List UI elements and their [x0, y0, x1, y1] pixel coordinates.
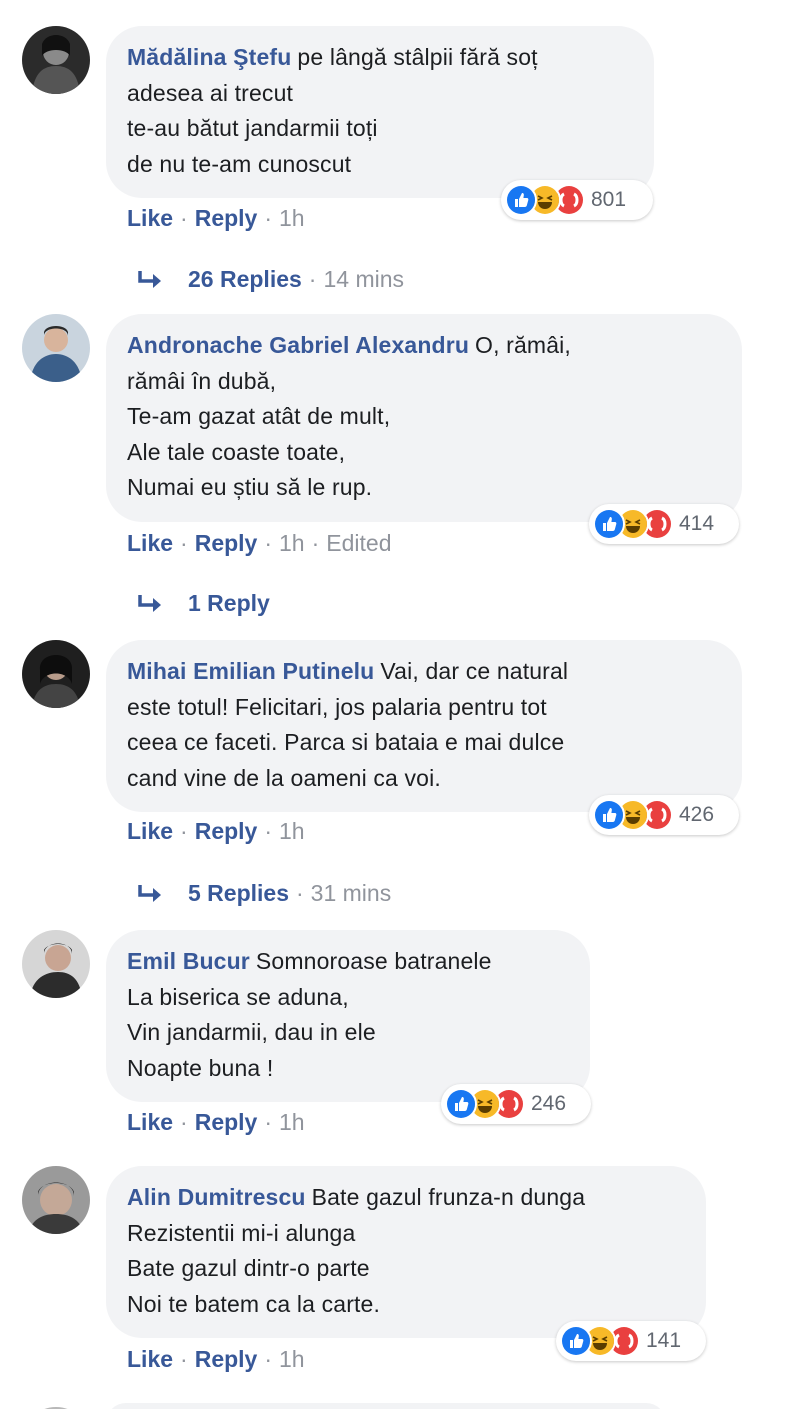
like-link[interactable]: Like — [127, 1346, 173, 1372]
like-icon — [445, 1088, 477, 1120]
replies-count-link[interactable]: 5 Replies — [188, 880, 289, 907]
reactions-summary[interactable]: 141 — [556, 1321, 706, 1361]
comment-text-line: Numai eu știu să le rup. — [127, 474, 373, 500]
comment-timestamp[interactable]: 1h — [279, 530, 305, 556]
comment-text-line: La biserica se aduna, — [127, 983, 349, 1010]
avatar[interactable] — [22, 930, 90, 998]
comment-actions: Like · Reply · 1h — [127, 1346, 305, 1372]
edited-label[interactable]: Edited — [326, 530, 391, 556]
comment-text-line: Bate gazul frunza-n dunga — [311, 1184, 586, 1210]
reply-link[interactable]: Reply — [195, 818, 258, 844]
reaction-count: 414 — [679, 512, 715, 535]
like-link[interactable]: Like — [127, 1109, 173, 1135]
comment-text-line: te-au bătut jandarmii toți — [127, 115, 378, 141]
like-icon — [593, 799, 625, 831]
reply-arrow-icon — [138, 270, 161, 288]
comment-timestamp[interactable]: 1h — [279, 818, 305, 844]
comment-author[interactable]: Alin Dumitrescu — [127, 1184, 306, 1210]
replies-time: 31 mins — [310, 880, 392, 906]
comment-text-line: este totul! Felicitari, jos palaria pent… — [127, 693, 547, 720]
reaction-count: 246 — [531, 1092, 567, 1115]
comment-text-line: Noapte buna ! — [127, 1054, 274, 1081]
comment-text-line: de nu te-am cunoscut — [127, 150, 352, 177]
like-icon — [593, 508, 625, 540]
comment-text-line: Bate gazul dintr-o parte — [127, 1255, 370, 1281]
avatar[interactable] — [22, 314, 90, 382]
reply-arrow-icon — [138, 594, 161, 612]
comment-author[interactable]: Mădălina Ştefu — [127, 44, 291, 70]
comment-text-line: Noi te batem ca la carte. — [127, 1290, 381, 1317]
comment-timestamp[interactable]: 1h — [279, 1346, 305, 1372]
reaction-count: 141 — [646, 1329, 682, 1352]
comment-actions: Like · Reply · 1h · Edited — [127, 530, 392, 556]
reaction-count: 426 — [679, 803, 715, 826]
reactions-summary[interactable]: 801 — [501, 180, 653, 220]
like-link[interactable]: Like — [127, 530, 173, 556]
comment-bubble: Mihai Emilian Putinelu Vai, dar ce natura… — [106, 640, 742, 812]
comment-bubble: Andronache Gabriel Alexandru O, rămâi, ră… — [106, 314, 742, 522]
comment-text-line: Ale tale coaste toate, — [127, 438, 346, 465]
comment-author[interactable]: Emil Bucur — [127, 948, 250, 974]
like-icon — [560, 1325, 592, 1357]
like-icon — [505, 184, 537, 216]
comment-actions: Like · Reply · 1h — [127, 818, 305, 844]
reaction-count: 801 — [591, 188, 627, 211]
replies-count-link[interactable]: 1 Reply — [188, 590, 270, 617]
comment-text-line: Vai, dar ce natural — [380, 658, 569, 684]
comment-actions: Like · Reply · 1h — [127, 1109, 305, 1135]
reactions-summary[interactable]: 414 — [589, 504, 739, 544]
comment-bubble: Mădălina Ştefu pe lângă stâlpii fără soț … — [106, 26, 654, 198]
reactions-summary[interactable]: 426 — [589, 795, 739, 835]
comment-text-line: cand vine de la oameni ca voi. — [127, 764, 441, 791]
comment-text-line: pe lângă stâlpii fără soț — [297, 44, 538, 70]
replies-count-link[interactable]: 26 Replies — [188, 266, 302, 293]
comment-bubble: Alin Dumitrescu Bate gazul frunza-n dunga… — [106, 1166, 706, 1338]
like-link[interactable]: Like — [127, 818, 173, 844]
comment-author[interactable]: Mihai Emilian Putinelu — [127, 658, 374, 684]
comment-author[interactable]: Andronache Gabriel Alexandru — [127, 332, 469, 358]
comment-text-line: Vin jandarmii, dau in ele — [127, 1019, 376, 1045]
comment-bubble: Emil Bucur Somnoroase batranele La biseri… — [106, 930, 590, 1102]
next-comment-edge — [0, 1396, 800, 1414]
reply-link[interactable]: Reply — [195, 1346, 258, 1372]
comment-text-line: Somnoroase batranele — [255, 948, 492, 974]
reply-link[interactable]: Reply — [195, 530, 258, 556]
comment-text-line: O, rămâi, — [475, 332, 571, 358]
reactions-summary[interactable]: 246 — [441, 1084, 591, 1124]
comment-text-line: Te-am gazat atât de mult, — [127, 403, 391, 429]
comment-text-line: adesea ai trecut — [127, 79, 294, 106]
reply-link[interactable]: Reply — [195, 205, 258, 231]
comment-text-line: ceea ce faceti. Parca si bataia e mai du… — [127, 729, 565, 755]
view-replies[interactable]: 26 Replies · 14 mins — [138, 266, 404, 293]
comment-timestamp[interactable]: 1h — [279, 1109, 305, 1135]
replies-time: 14 mins — [323, 266, 405, 292]
comment-text-line: rămâi în dubă, — [127, 367, 277, 394]
comment-text-line: Rezistentii mi-i alunga — [127, 1219, 356, 1246]
comment-actions: Like · Reply · 1h — [127, 205, 305, 231]
avatar[interactable] — [22, 640, 90, 708]
view-replies[interactable]: 5 Replies · 31 mins — [138, 880, 391, 907]
avatar[interactable] — [22, 1166, 90, 1234]
like-link[interactable]: Like — [127, 205, 173, 231]
comment-timestamp[interactable]: 1h — [279, 205, 305, 231]
avatar[interactable] — [22, 26, 90, 94]
view-replies[interactable]: 1 Reply — [138, 590, 270, 617]
reply-arrow-icon — [138, 884, 161, 902]
reply-link[interactable]: Reply — [195, 1109, 258, 1135]
